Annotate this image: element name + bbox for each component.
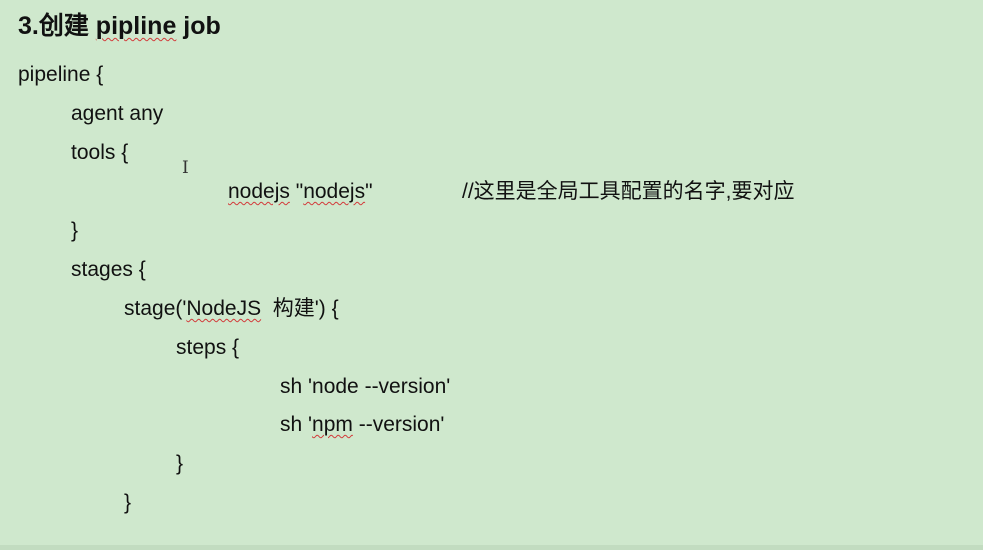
code-nodejs-value: nodejs (303, 180, 366, 203)
code-line-10: sh 'npm --version' (280, 413, 444, 437)
code-nodejs-keyword: nodejs (228, 180, 290, 203)
code-line-9: sh 'node --version' (280, 375, 451, 398)
code-npm: npm (312, 413, 353, 436)
code-line-2: agent any (71, 102, 164, 125)
code-line-8: steps { (176, 336, 240, 359)
bottom-border (0, 545, 983, 550)
code-comment: //这里是全局工具配置的名字,要对应 (462, 180, 795, 203)
code-line-1: pipeline { (18, 63, 104, 86)
code-line-11: } (176, 452, 184, 475)
code-line-3: tools { (71, 141, 129, 164)
code-line-6: stages { (71, 258, 146, 281)
heading-word-pipline: pipline (95, 12, 177, 40)
code-line-7: stage('NodeJS 构建') { (124, 297, 339, 321)
code-quote-close: " (365, 180, 373, 203)
text-cursor-icon: I (182, 158, 189, 178)
page-heading: 3.创建 pipline job (18, 6, 221, 42)
code-sh-rest: --version' (352, 413, 445, 436)
code-stage-name: NodeJS (186, 297, 262, 320)
code-line-12: } (124, 491, 132, 514)
code-stage-rest: 构建') { (261, 297, 339, 320)
code-sh-open: sh ' (280, 413, 313, 436)
heading-prefix: 3.创建 (18, 12, 96, 40)
heading-suffix: job (176, 12, 221, 40)
code-stage-open: stage(' (124, 297, 187, 320)
code-line-5: } (71, 219, 79, 242)
code-quote-open: " (289, 180, 304, 203)
code-line-4: nodejs "nodejs" (228, 180, 373, 204)
